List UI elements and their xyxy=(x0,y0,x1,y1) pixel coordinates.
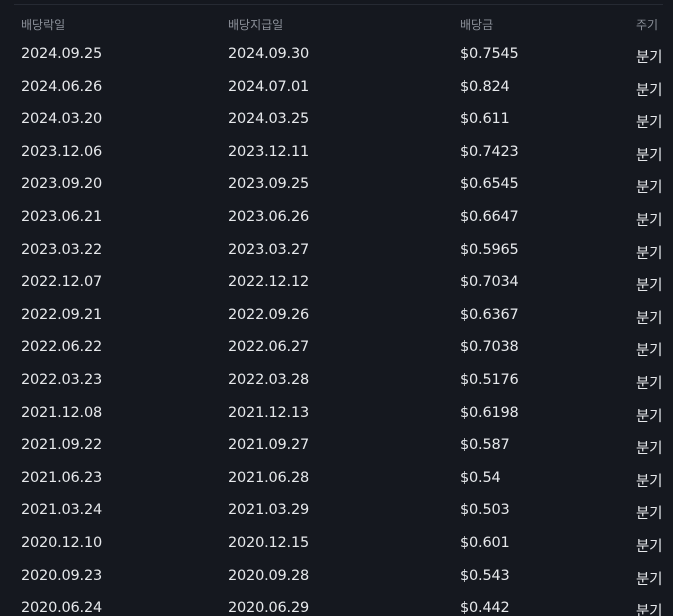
pay-date-cell: 2021.06.28 xyxy=(228,469,310,486)
amount-cell: $0.54 xyxy=(460,469,501,486)
ex-date-cell: 2022.12.07 xyxy=(21,274,103,291)
cycle-cell: 분기 xyxy=(636,604,663,616)
table-row: 2024.03.20 2024.03.25 $0.611 분기 xyxy=(0,104,673,137)
table-row: 2020.12.10 2020.12.15 $0.601 분기 xyxy=(0,528,673,561)
pay-date-cell: 2021.12.13 xyxy=(228,404,310,421)
amount-cell: $0.587 xyxy=(460,437,510,454)
cycle-cell: 분기 xyxy=(636,180,663,197)
ex-date-cell: 2024.09.25 xyxy=(21,46,103,62)
top-divider xyxy=(14,4,663,5)
amount-cell: $0.442 xyxy=(460,600,510,616)
ex-date-cell: 2020.09.23 xyxy=(21,567,103,584)
cycle-cell: 분기 xyxy=(636,473,663,490)
ex-date-cell: 2024.06.26 xyxy=(21,78,103,95)
header-cycle[interactable]: 주기 xyxy=(636,16,658,33)
cycle-cell: 분기 xyxy=(636,82,663,99)
amount-cell: $0.6647 xyxy=(460,208,519,225)
table-row: 2021.09.22 2021.09.27 $0.587 분기 xyxy=(0,430,673,463)
amount-cell: $0.7034 xyxy=(460,274,519,291)
ex-date-cell: 2021.03.24 xyxy=(21,502,103,519)
pay-date-cell: 2023.06.26 xyxy=(228,208,310,225)
pay-date-cell: 2024.07.01 xyxy=(228,78,310,95)
cycle-cell: 분기 xyxy=(636,147,663,164)
amount-cell: $0.503 xyxy=(460,502,510,519)
amount-cell: $0.5965 xyxy=(460,241,519,258)
amount-cell: $0.6198 xyxy=(460,404,519,421)
pay-date-cell: 2022.06.27 xyxy=(228,339,310,356)
amount-cell: $0.611 xyxy=(460,111,510,128)
ex-date-cell: 2023.06.21 xyxy=(21,208,103,225)
ex-date-cell: 2020.12.10 xyxy=(21,534,103,551)
pay-date-cell: 2021.09.27 xyxy=(228,437,310,454)
pay-date-cell: 2022.09.26 xyxy=(228,306,310,323)
ex-date-cell: 2022.03.23 xyxy=(21,371,103,388)
amount-cell: $0.601 xyxy=(460,534,510,551)
ex-date-cell: 2021.09.22 xyxy=(21,437,103,454)
ex-date-cell: 2024.03.20 xyxy=(21,111,103,128)
table-row: 2023.06.21 2023.06.26 $0.6647 분기 xyxy=(0,202,673,235)
ex-date-cell: 2020.06.24 xyxy=(21,600,103,616)
table-row: 2024.06.26 2024.07.01 $0.824 분기 xyxy=(0,72,673,105)
table-row: 2021.12.08 2021.12.13 $0.6198 분기 xyxy=(0,398,673,431)
ex-date-cell: 2023.03.22 xyxy=(21,241,103,258)
cycle-cell: 분기 xyxy=(636,571,663,588)
ex-date-cell: 2022.09.21 xyxy=(21,306,103,323)
table-row: 2023.09.20 2023.09.25 $0.6545 분기 xyxy=(0,169,673,202)
amount-cell: $0.543 xyxy=(460,567,510,584)
pay-date-cell: 2024.03.25 xyxy=(228,111,310,128)
table-header: 배당락일 배당지급일 배당금 주기 xyxy=(0,16,673,36)
pay-date-cell: 2023.12.11 xyxy=(228,143,310,160)
cycle-cell: 분기 xyxy=(636,50,663,66)
table-row: 2022.03.23 2022.03.28 $0.5176 분기 xyxy=(0,365,673,398)
amount-cell: $0.6367 xyxy=(460,306,519,323)
cycle-cell: 분기 xyxy=(636,538,663,555)
header-amount[interactable]: 배당금 xyxy=(460,16,493,33)
ex-date-cell: 2021.12.08 xyxy=(21,404,103,421)
cycle-cell: 분기 xyxy=(636,245,663,262)
pay-date-cell: 2022.12.12 xyxy=(228,274,310,291)
cycle-cell: 분기 xyxy=(636,408,663,425)
pay-date-cell: 2020.06.29 xyxy=(228,600,310,616)
pay-date-cell: 2022.03.28 xyxy=(228,371,310,388)
table-row: 2022.12.07 2022.12.12 $0.7034 분기 xyxy=(0,267,673,300)
cycle-cell: 분기 xyxy=(636,310,663,327)
table-row: 2020.06.24 2020.06.29 $0.442 분기 xyxy=(0,593,673,616)
table-row: 2023.03.22 2023.03.27 $0.5965 분기 xyxy=(0,235,673,268)
amount-cell: $0.6545 xyxy=(460,176,519,193)
ex-date-cell: 2023.09.20 xyxy=(21,176,103,193)
header-ex-date[interactable]: 배당락일 xyxy=(21,16,65,33)
ex-date-cell: 2021.06.23 xyxy=(21,469,103,486)
cycle-cell: 분기 xyxy=(636,278,663,295)
header-pay-date[interactable]: 배당지급일 xyxy=(228,16,283,33)
pay-date-cell: 2020.12.15 xyxy=(228,534,310,551)
table-row: 2023.12.06 2023.12.11 $0.7423 분기 xyxy=(0,137,673,170)
table-body: 2024.09.25 2024.09.30 $0.7545 분기 2024.06.26 2… xyxy=(0,39,673,616)
pay-date-cell: 2020.09.28 xyxy=(228,567,310,584)
table-row: 2021.06.23 2021.06.28 $0.54 분기 xyxy=(0,463,673,496)
table-row: 2022.09.21 2022.09.26 $0.6367 분기 xyxy=(0,300,673,333)
amount-cell: $0.7545 xyxy=(460,46,519,62)
cycle-cell: 분기 xyxy=(636,343,663,360)
table-row: 2022.06.22 2022.06.27 $0.7038 분기 xyxy=(0,332,673,365)
ex-date-cell: 2022.06.22 xyxy=(21,339,103,356)
table-row: 2021.03.24 2021.03.29 $0.503 분기 xyxy=(0,495,673,528)
cycle-cell: 분기 xyxy=(636,212,663,229)
pay-date-cell: 2023.09.25 xyxy=(228,176,310,193)
amount-cell: $0.7423 xyxy=(460,143,519,160)
pay-date-cell: 2023.03.27 xyxy=(228,241,310,258)
table-row: 2020.09.23 2020.09.28 $0.543 분기 xyxy=(0,561,673,594)
cycle-cell: 분기 xyxy=(636,441,663,458)
amount-cell: $0.824 xyxy=(460,78,510,95)
amount-cell: $0.7038 xyxy=(460,339,519,356)
cycle-cell: 분기 xyxy=(636,115,663,132)
cycle-cell: 분기 xyxy=(636,506,663,523)
ex-date-cell: 2023.12.06 xyxy=(21,143,103,160)
pay-date-cell: 2021.03.29 xyxy=(228,502,310,519)
table-row: 2024.09.25 2024.09.30 $0.7545 분기 xyxy=(0,39,673,72)
cycle-cell: 분기 xyxy=(636,375,663,392)
pay-date-cell: 2024.09.30 xyxy=(228,46,310,62)
amount-cell: $0.5176 xyxy=(460,371,519,388)
